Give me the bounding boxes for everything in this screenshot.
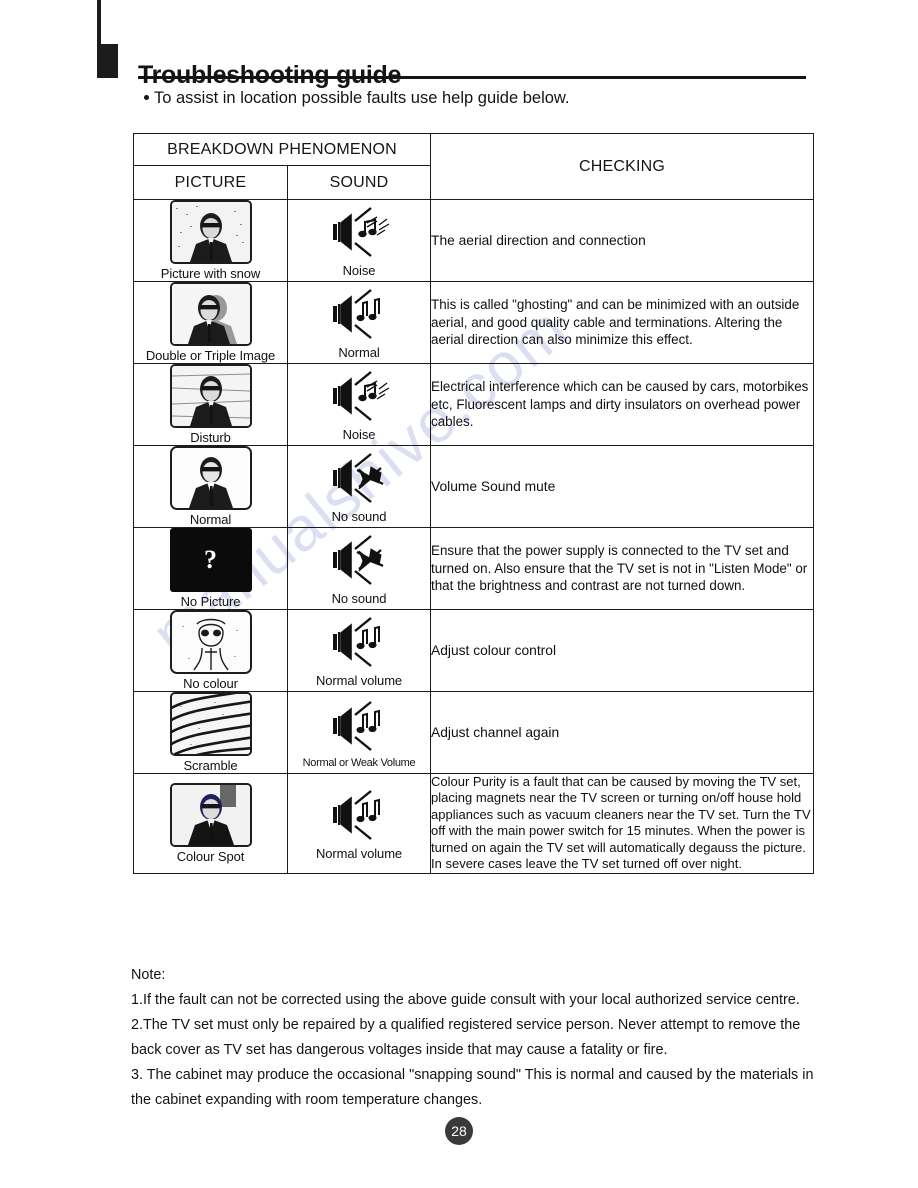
sound-cell: Noise (286, 199, 432, 282)
picture-label: Colour Spot (176, 848, 245, 864)
speaker-normal-icon (333, 289, 380, 339)
table-row: No colour Normal volume Adjust colour co… (133, 609, 815, 692)
table-head: BREAKDOWN PHENOMENON CHECKING PICTURE SO… (132, 133, 815, 200)
picture-label: No Picture (180, 594, 241, 609)
picture-label: Picture with snow (160, 266, 261, 281)
notes-heading: Note: (131, 967, 166, 983)
table-row: Double or Triple Image Normal This is ca… (133, 281, 815, 364)
table-row: Disturb Noise Electrical interference wh… (133, 363, 815, 446)
column-group-breakdown-phenomenon: BREAKDOWN PHENOMENON (132, 133, 432, 166)
speaker-normal-icon (333, 700, 380, 751)
picture-label: Disturb (190, 430, 231, 445)
tv-normal-icon (169, 446, 252, 510)
picture-label: Scramble (183, 758, 238, 773)
picture-cell: Normal (133, 445, 288, 528)
picture-cell: No colour (133, 609, 288, 692)
column-header-sound: SOUND (286, 165, 432, 200)
page-number-badge: 28 (445, 1117, 473, 1145)
checking-cell: Adjust colour control (430, 609, 815, 692)
checking-cell: Ensure that the power supply is connecte… (430, 527, 815, 610)
checking-cell: Electrical interference which can be cau… (430, 363, 815, 446)
tv-colour-spot-icon (169, 782, 252, 847)
checking-cell: Volume Sound mute (430, 445, 815, 528)
checking-cell: Adjust channel again (430, 691, 815, 774)
speaker-mute-icon (333, 453, 384, 503)
tv-snow-icon (169, 200, 252, 264)
speaker-normal-icon (333, 617, 380, 667)
table-row: Colour Spot Normal volume Colour Purity … (133, 773, 815, 874)
table-row: Scramble Normal or Weak Volume Adjust ch… (133, 691, 815, 774)
page-edge-marker (97, 44, 118, 78)
sound-cell: No sound (286, 445, 432, 528)
notes-section: Note: 1.If the fault can not be correcte… (131, 963, 821, 1113)
speaker-noise-icon (333, 371, 390, 421)
picture-cell: Colour Spot (133, 773, 288, 874)
tv-no-picture-icon: ? (169, 528, 252, 592)
troubleshooting-table: BREAKDOWN PHENOMENON CHECKING PICTURE SO… (132, 133, 815, 874)
column-header-checking: CHECKING (430, 133, 815, 200)
bullet-icon (144, 95, 149, 100)
table-row: Normal No sound Volume Sound mute (133, 445, 815, 528)
sound-cell: Normal or Weak Volume (286, 691, 432, 774)
sound-cell: Normal volume (286, 609, 432, 692)
sound-cell: No sound (286, 527, 432, 610)
table-row: ? No Picture No sound Ensure that the po… (133, 527, 815, 610)
title-underline (138, 76, 806, 79)
sound-label: Normal volume (315, 845, 403, 861)
picture-label: Normal (189, 512, 232, 527)
checking-cell: Colour Purity is a fault that can be cau… (430, 773, 815, 874)
sound-label: Noise (342, 427, 376, 442)
sound-label: Noise (342, 263, 376, 278)
sound-label: Normal or Weak Volume (302, 756, 416, 769)
intro-text: To assist in location possible faults us… (144, 89, 570, 108)
speaker-mute-icon (333, 535, 384, 585)
checking-cell: The aerial direction and connection (430, 199, 815, 282)
page-edge-rule (97, 0, 101, 45)
sound-cell: Normal (286, 281, 432, 364)
table-header-row-group: BREAKDOWN PHENOMENON CHECKING (132, 133, 815, 200)
speaker-normal-icon (333, 789, 380, 840)
table-row: Picture with snow Noise The aerial direc… (133, 199, 815, 282)
picture-cell: ? No Picture (133, 527, 288, 610)
picture-label: No colour (183, 676, 238, 691)
table-body: Picture with snow Noise The aerial direc… (133, 199, 815, 874)
note-item: 2.The TV set must only be repaired by a … (131, 1017, 801, 1059)
intro-label: To assist in location possible faults us… (154, 89, 570, 107)
speaker-noise-icon (333, 207, 390, 257)
sound-label: Normal (338, 345, 380, 360)
picture-cell: Picture with snow (133, 199, 288, 282)
note-item: 3. The cabinet may produce the occasiona… (131, 1067, 814, 1109)
picture-cell: Double or Triple Image (133, 281, 288, 364)
picture-cell: Disturb (133, 363, 288, 446)
picture-label: Double or Triple Image (145, 348, 276, 363)
sound-cell: Noise (286, 363, 432, 446)
tv-disturb-icon (169, 364, 252, 428)
question-mark-icon: ? (204, 545, 217, 574)
sound-label: No sound (331, 509, 387, 524)
sound-label: Normal volume (315, 673, 403, 688)
tv-scramble-icon (169, 692, 252, 756)
tv-ghosting-icon (169, 282, 252, 346)
sound-label: No sound (331, 591, 387, 606)
note-item: 1.If the fault can not be corrected usin… (131, 992, 800, 1009)
picture-cell: Scramble (133, 691, 288, 774)
sound-cell: Normal volume (286, 773, 432, 874)
tv-no-colour-icon (169, 610, 252, 674)
column-header-picture: PICTURE (133, 165, 288, 200)
checking-cell: This is called "ghosting" and can be min… (430, 281, 815, 364)
